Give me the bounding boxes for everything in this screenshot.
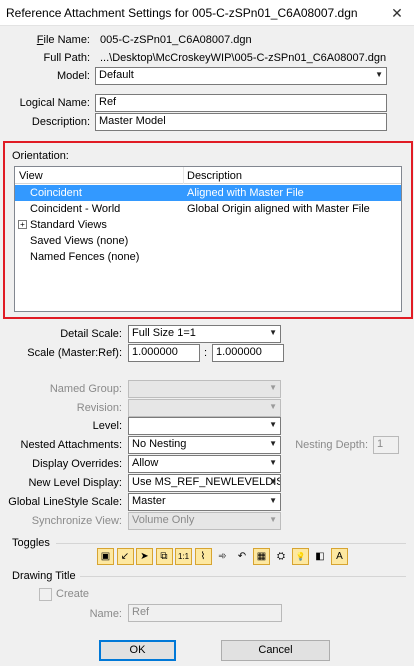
window-title: Reference Attachment Settings for 005-C-… — [6, 6, 358, 20]
logical-name-label: Logical Name: — [19, 97, 90, 109]
list-item[interactable]: Coincident Aligned with Master File — [15, 185, 401, 201]
list-item[interactable]: Coincident - World Global Origin aligned… — [15, 201, 401, 217]
toggles-label: Toggles — [12, 537, 50, 549]
drawing-title-divider — [80, 576, 406, 577]
detail-scale-dropdown[interactable]: Full Size 1=1 ▼ — [128, 325, 281, 343]
chevron-down-icon: ▼ — [269, 402, 277, 411]
new-level-display-label: New Level Display: — [28, 477, 122, 489]
create-label: Create — [56, 588, 90, 600]
chevron-down-icon: ▼ — [269, 496, 277, 505]
logical-name-input[interactable]: Ref — [95, 94, 387, 112]
drawing-title-label: Drawing Title — [12, 570, 76, 582]
list-header: View Description — [15, 167, 401, 184]
display-overrides-dropdown[interactable]: Allow ▼ — [128, 455, 281, 473]
level-label: Level: — [92, 420, 122, 432]
chevron-down-icon: ▼ — [269, 420, 277, 429]
model-value: Default — [99, 69, 134, 81]
scale-ref-input[interactable]: 1.000000 — [212, 344, 284, 362]
column-separator — [183, 167, 184, 184]
named-group-dropdown[interactable]: ▼ — [128, 380, 281, 398]
synchronize-view-label: Synchronize View: — [31, 515, 122, 527]
hide-toggle-icon[interactable]: ⧉ — [155, 548, 173, 565]
full-path-label: Full Path: — [43, 52, 90, 64]
column-header-view[interactable]: View — [19, 170, 43, 182]
create-checkbox[interactable] — [39, 588, 52, 601]
nesting-depth-input[interactable]: 1 — [373, 436, 399, 454]
title-bar: Reference Attachment Settings for 005-C-… — [0, 0, 414, 26]
chevron-down-icon: ▼ — [269, 383, 277, 392]
light-bulb-icon[interactable]: 💡 — [292, 548, 309, 565]
treat-as-element-icon[interactable]: ⌇ — [194, 548, 212, 565]
display-toggle-icon[interactable]: ▣ — [97, 548, 114, 565]
model-dropdown[interactable]: Default ▼ — [95, 67, 387, 85]
scale-separator: : — [204, 347, 208, 359]
expand-icon[interactable]: + — [18, 220, 27, 229]
close-icon[interactable]: ✕ — [386, 3, 408, 23]
description-input[interactable]: Master Model — [95, 113, 387, 131]
nested-attachments-dropdown[interactable]: No Nesting ▼ — [128, 436, 281, 454]
cancel-button[interactable]: Cancel — [221, 640, 330, 661]
description-label: Description: — [31, 116, 90, 128]
orientation-label: Orientation: — [12, 150, 69, 162]
nesting-depth-label: Nesting Depth: — [295, 439, 368, 451]
clip-back-icon[interactable]: ◧ — [312, 548, 329, 565]
new-level-display-dropdown[interactable]: Use MS_REF_NEWLEVELDIS ▼ — [128, 474, 281, 492]
name-label: Name: — [89, 608, 122, 620]
chevron-down-icon: ▼ — [269, 477, 277, 486]
list-item[interactable]: Named Fences (none) — [15, 249, 401, 265]
chevron-down-icon: ▼ — [269, 515, 277, 524]
snap-toggle-icon[interactable]: ↙ — [116, 548, 134, 565]
revision-label: Revision: — [76, 402, 122, 414]
level-dropdown[interactable]: ▼ — [128, 417, 281, 435]
scale-line-styles-icon[interactable]: 1:1 — [175, 548, 192, 565]
ok-button[interactable]: OK — [99, 640, 176, 661]
revision-dropdown[interactable]: ▼ — [128, 399, 281, 417]
synchronize-view-dropdown[interactable]: Volume Only ▼ — [128, 512, 281, 530]
display-overrides-label: Display Overrides: — [32, 458, 122, 470]
georeference-icon[interactable]: ⛭ — [273, 548, 290, 565]
global-linestyle-scale-label: Global LineStyle Scale: — [8, 496, 122, 508]
locate-toggle-icon[interactable]: ➤ — [136, 548, 153, 565]
annotation-scale-icon[interactable]: A — [331, 548, 348, 565]
full-path-value: ...\Desktop\McCroskeyWIP\005-C-zSPn01_C6… — [100, 52, 387, 64]
file-name-value: 005-C-zSPn01_C6A08007.dgn — [100, 34, 252, 46]
list-item[interactable]: + Standard Views — [15, 217, 401, 233]
model-label: Model: — [56, 70, 90, 82]
toggles-divider — [56, 543, 406, 544]
ignore-attachment-icon[interactable]: ➾ — [214, 548, 231, 565]
detail-scale-label: Detail Scale: — [60, 328, 122, 340]
chevron-down-icon: ▼ — [269, 328, 277, 337]
scale-label: Scale (Master:Ref): — [27, 347, 122, 359]
chevron-down-icon: ▼ — [375, 70, 383, 79]
file-name-label: File Name: — [36, 34, 90, 46]
scale-master-input[interactable]: 1.000000 — [128, 344, 200, 362]
chevron-down-icon: ▼ — [269, 458, 277, 467]
drawing-name-input[interactable]: Ref — [128, 604, 282, 622]
column-header-description[interactable]: Description — [187, 170, 242, 182]
nested-attachments-label: Nested Attachments: — [20, 439, 123, 451]
orientation-list[interactable]: View Description Coincident Aligned with… — [14, 166, 402, 312]
global-linestyle-scale-dropdown[interactable]: Master ▼ — [128, 493, 281, 511]
level-display-icon[interactable]: ▦ — [253, 548, 270, 565]
named-group-label: Named Group: — [49, 383, 122, 395]
list-item[interactable]: Saved Views (none) — [15, 233, 401, 249]
display-raster-icon[interactable]: ↶ — [234, 548, 251, 565]
toggles-toolbar: ▣ ↙ ➤ ⧉ 1:1 ⌇ ➾ ↶ ▦ ⛭ 💡 ◧ A — [97, 548, 357, 567]
chevron-down-icon: ▼ — [269, 439, 277, 448]
